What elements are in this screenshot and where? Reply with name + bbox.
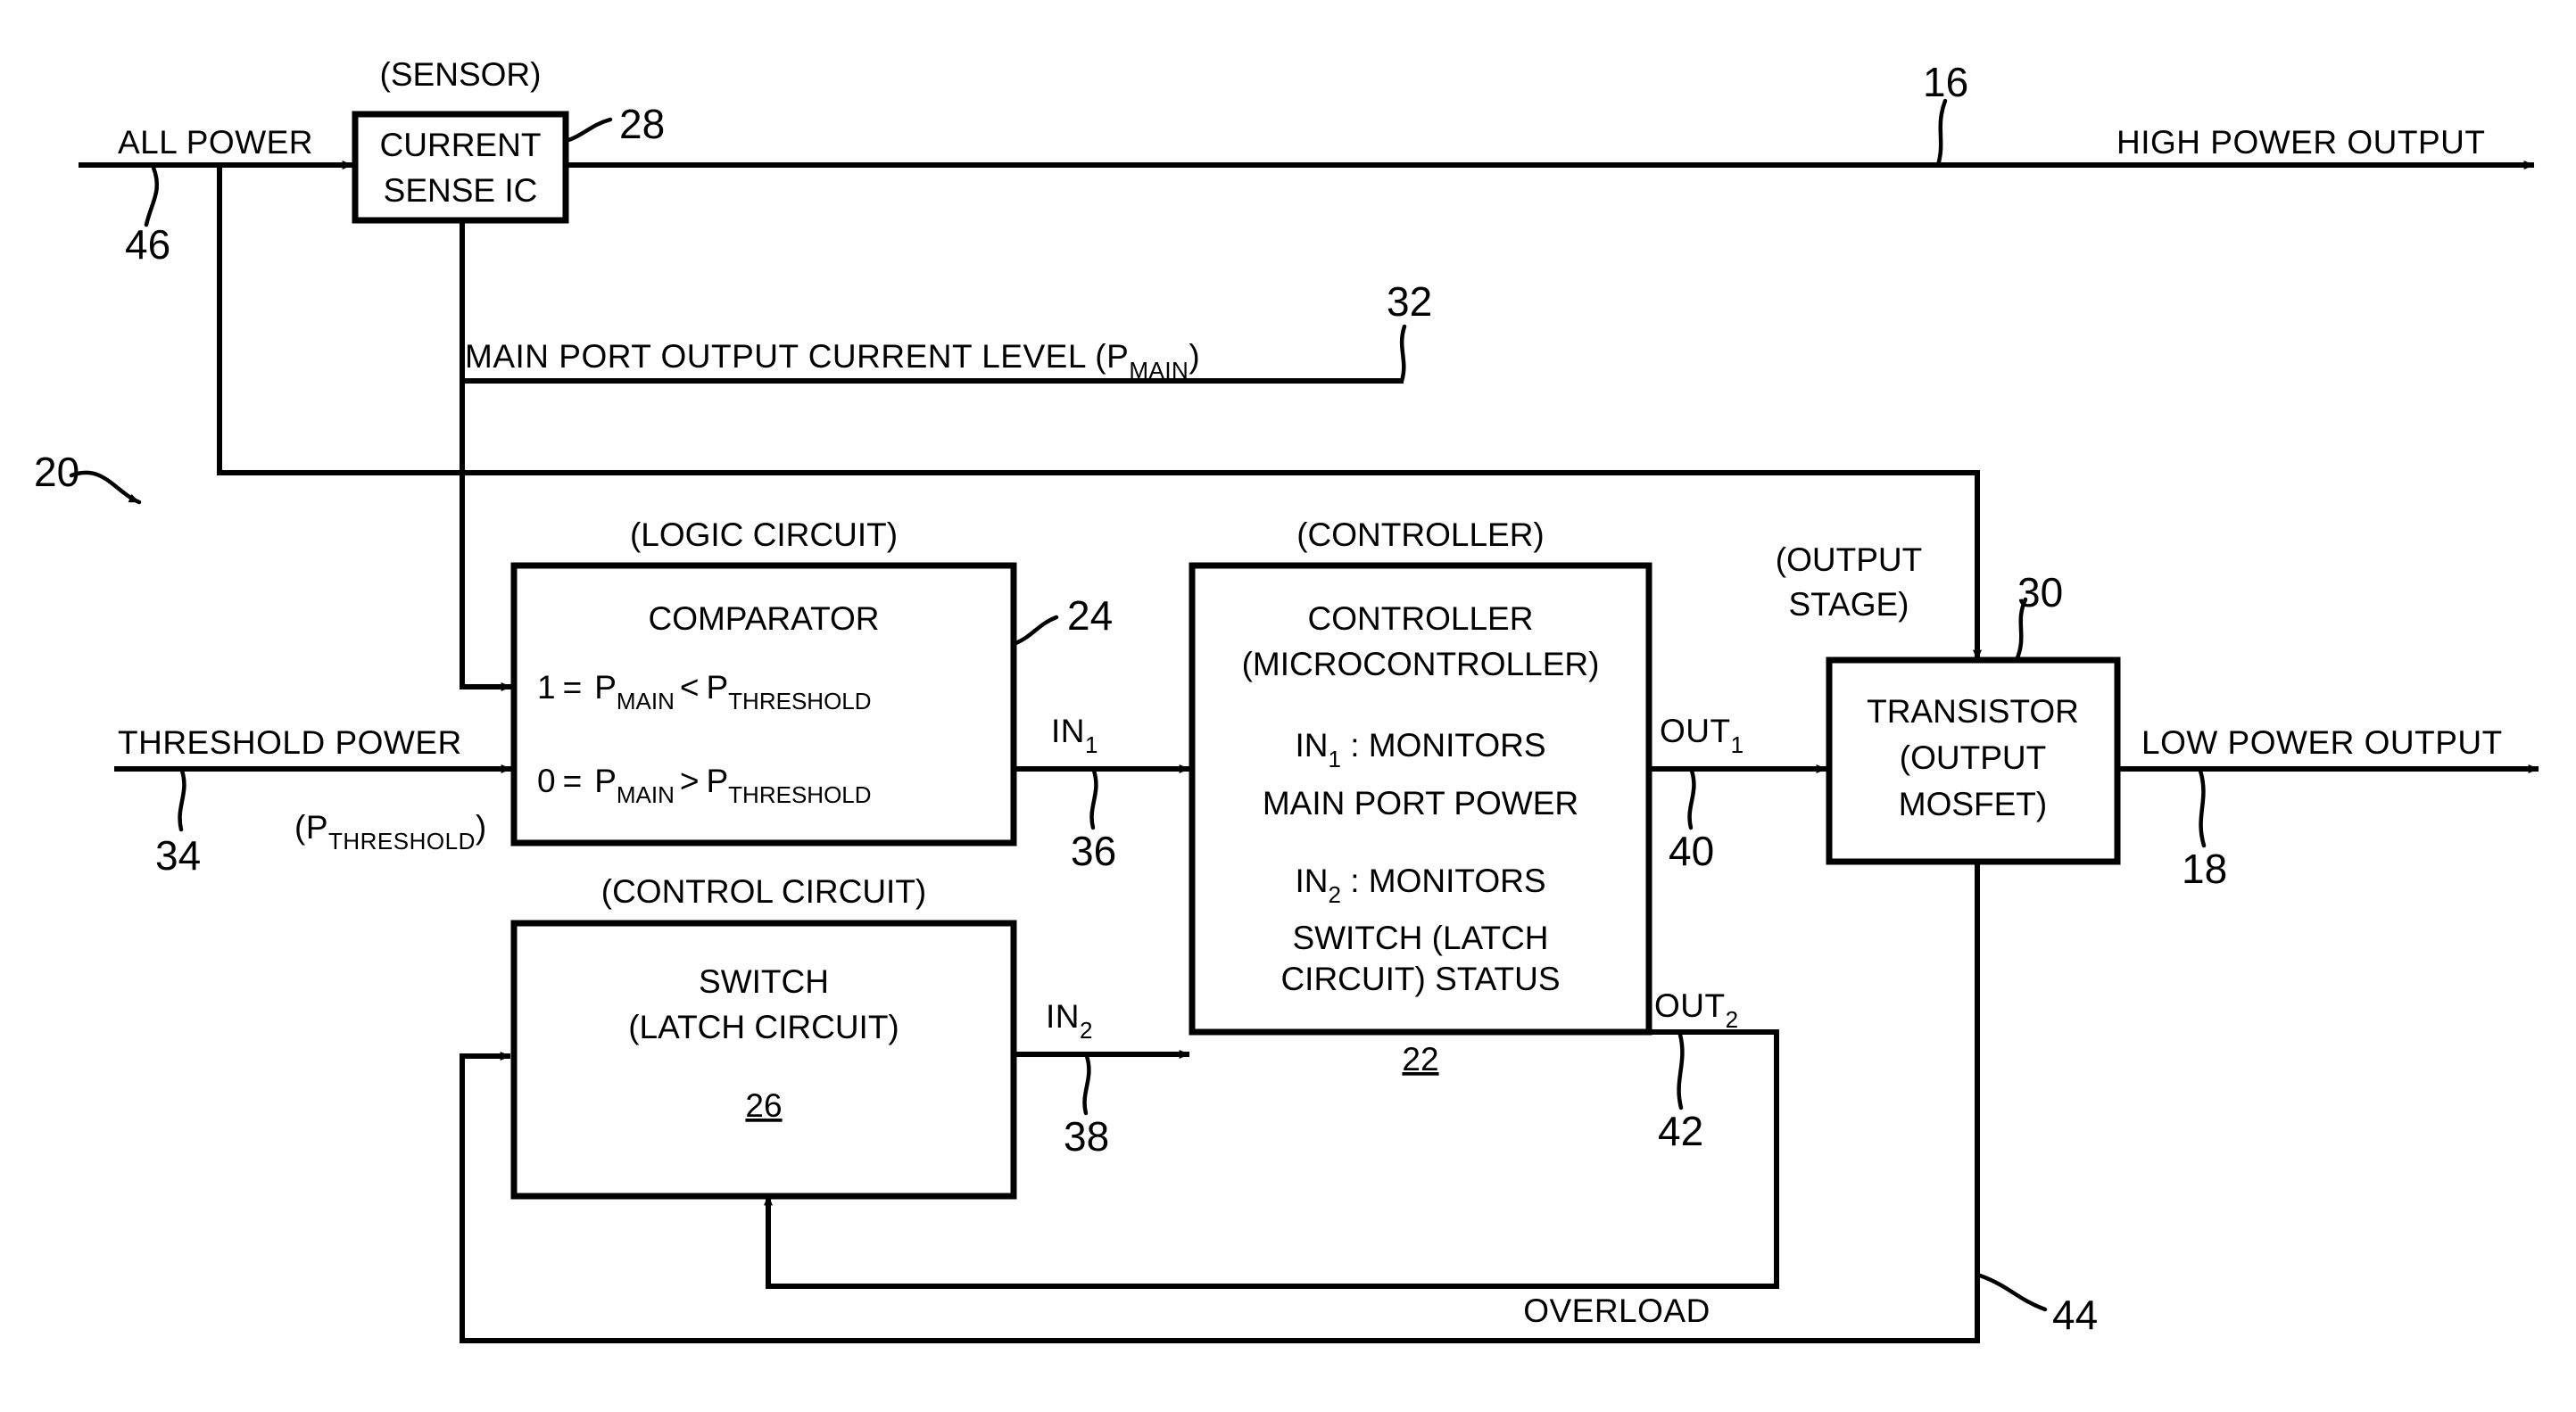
ref-34: 34 (155, 832, 201, 879)
controller-line2: (MICROCONTROLLER) (1242, 646, 1600, 682)
transistor-line3: MOSFET) (1899, 786, 2047, 822)
switch-ref-26: 26 (745, 1087, 782, 1124)
controller-in2-desc-line1: SWITCH (LATCH (1292, 920, 1548, 956)
ref-44: 44 (2052, 1292, 2098, 1338)
ref-46: 46 (125, 221, 170, 268)
leader-40 (1687, 768, 1696, 830)
group-label-controller: (CONTROLLER) (1296, 516, 1545, 553)
leader-42 (1677, 1032, 1685, 1111)
ref-40: 40 (1669, 828, 1714, 874)
label-high-power-output: HIGH POWER OUTPUT (2116, 124, 2485, 161)
label-all-power: ALL POWER (118, 124, 313, 161)
patent-figure: (SENSOR) ALL POWER CURRENT SENSE IC HIGH… (0, 0, 2576, 1412)
controller-in2-desc-line2: CIRCUIT) STATUS (1280, 961, 1560, 997)
label-in1: IN1 (1051, 713, 1098, 758)
leader-46 (144, 165, 159, 227)
group-label-sensor: (SENSOR) (380, 56, 542, 93)
group-label-output-stage-line2: STAGE) (1789, 586, 1909, 623)
ref-24: 24 (1067, 592, 1113, 639)
leader-16 (1935, 98, 1948, 168)
label-threshold-power-symbol: (PTHRESHOLD) (294, 809, 487, 855)
label-out2: OUT2 (1654, 987, 1739, 1033)
switch-line1: SWITCH (699, 963, 829, 1000)
group-label-logic-circuit: (LOGIC CIRCUIT) (630, 516, 898, 553)
switch-line2: (LATCH CIRCUIT) (628, 1009, 899, 1045)
leader-36 (1089, 768, 1098, 830)
controller-in1-desc: MAIN PORT POWER (1263, 785, 1578, 822)
current-sense-ic-line1: CURRENT (380, 127, 542, 163)
label-in2: IN2 (1046, 998, 1093, 1044)
group-label-control-circuit: (CONTROL CIRCUIT) (601, 873, 927, 910)
transistor-line1: TRANSISTOR (1867, 693, 2079, 730)
group-label-output-stage-line1: (OUTPUT (1776, 541, 1922, 578)
transistor-line2: (OUTPUT (1900, 739, 2046, 776)
ref-20: 20 (34, 449, 79, 495)
ref-32: 32 (1387, 278, 1432, 325)
controller-ref-22: 22 (1402, 1041, 1438, 1078)
label-out1: OUT1 (1660, 713, 1744, 758)
ref-28: 28 (619, 101, 665, 147)
leader-32 (1399, 324, 1407, 384)
leader-38 (1082, 1053, 1091, 1116)
leader-34 (178, 768, 186, 832)
leader-44 (1977, 1273, 2048, 1312)
leader-20 (69, 470, 142, 505)
block-group (352, 111, 2121, 1200)
current-sense-ic-line2: SENSE IC (384, 172, 538, 209)
controller-line1: CONTROLLER (1308, 600, 1534, 637)
leader-24 (1011, 615, 1059, 647)
label-low-power-output: LOW POWER OUTPUT (2141, 724, 2503, 761)
ref-38: 38 (1064, 1113, 1109, 1160)
label-threshold-power: THRESHOLD POWER (118, 724, 462, 761)
label-main-port-level: MAIN PORT OUTPUT CURRENT LEVEL (PMAIN) (465, 338, 1200, 384)
leader-18 (2198, 768, 2207, 848)
ref-36: 36 (1071, 828, 1116, 874)
ref-42: 42 (1658, 1108, 1703, 1154)
ref-18: 18 (2182, 846, 2227, 892)
comparator-title: COMPARATOR (648, 600, 879, 637)
leader-28 (563, 117, 613, 144)
ref-16: 16 (1923, 59, 1968, 105)
label-overload: OVERLOAD (1523, 1292, 1710, 1329)
ref-30: 30 (2017, 569, 2063, 615)
block-diagram-canvas: (SENSOR) ALL POWER CURRENT SENSE IC HIGH… (34, 56, 2539, 1343)
